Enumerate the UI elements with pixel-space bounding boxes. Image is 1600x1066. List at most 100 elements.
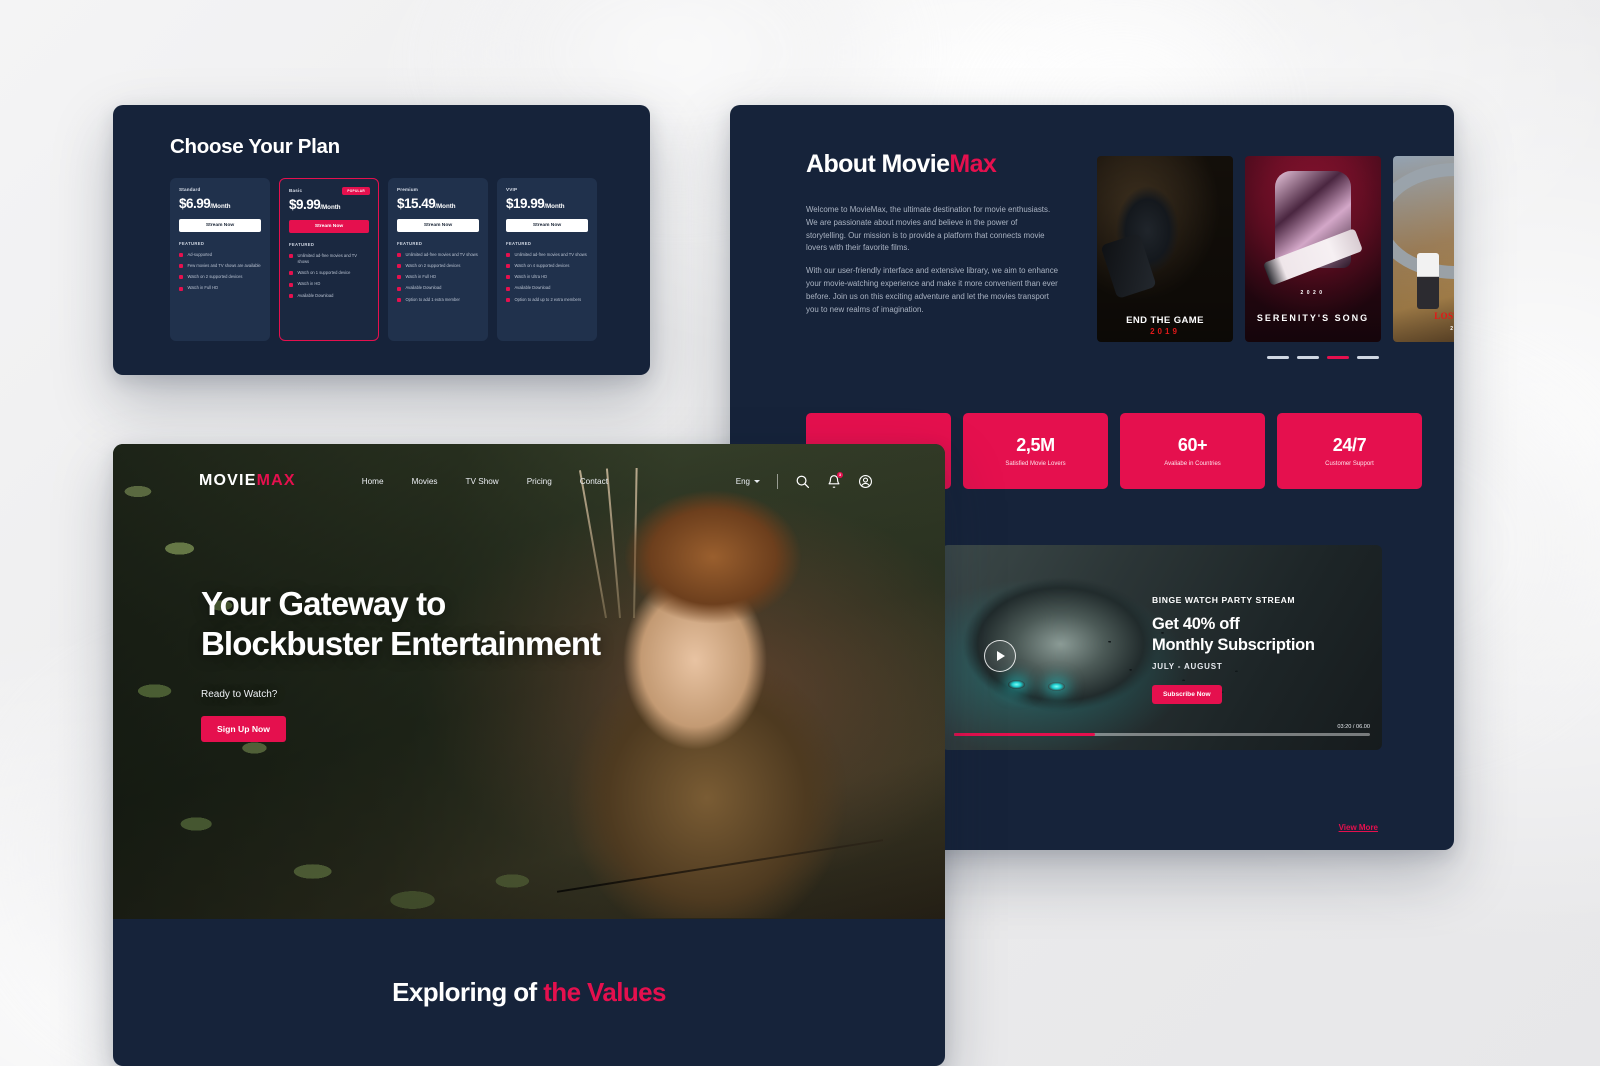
stat-value: 2,5M — [1016, 435, 1055, 455]
check-icon — [397, 253, 401, 258]
plan-feature-text: Unlimited ad-free movies and TV shows — [297, 253, 358, 265]
stream-now-button[interactable]: Stream Now — [179, 219, 261, 232]
plan-price-amount: $9.99 — [289, 197, 321, 212]
plan-feature: Watch on 1 supported device — [289, 270, 369, 276]
about-title-plain: About Movie — [806, 150, 950, 178]
poster-title: SERENITY'S SONG — [1256, 312, 1370, 323]
play-icon[interactable] — [984, 640, 1016, 672]
plan-feature: Watch on 2 supported devices — [179, 274, 261, 280]
plan-feature-text: Available Download — [514, 285, 551, 291]
plan-feature-text: Watch in Ultra HD — [514, 274, 548, 280]
stream-now-button[interactable]: Stream Now — [289, 220, 369, 233]
plan-feature-text: Option to add up to 2 extra members — [514, 296, 582, 302]
stat-value: 24/7 — [1332, 435, 1367, 455]
carousel-dot[interactable] — [1327, 356, 1349, 359]
plan-feature: Unlimited ad-free movies and TV shows — [506, 252, 588, 258]
promo-kicker: BINGE WATCH PARTY STREAM — [1152, 595, 1296, 605]
carousel-dot[interactable] — [1267, 356, 1289, 359]
view-more-link[interactable]: View More — [1339, 823, 1378, 832]
plan-card[interactable]: Basic POPULAR $9.99/Month Stream Now FEATURE… — [279, 178, 379, 341]
nav-link-movies[interactable]: Movies — [412, 477, 438, 486]
plan-feature: Watch on 2 supported devices — [397, 263, 479, 269]
nav-link-home[interactable]: Home — [362, 477, 384, 486]
plan-feature-text: Watch in Full HD — [187, 285, 219, 291]
poster-lost-time[interactable]: LOST TIME 2017 — [1393, 156, 1454, 342]
plan-price-amount: $15.49 — [397, 196, 436, 211]
poster-year: 2020 — [1300, 290, 1326, 296]
about-paragraph-1: Welcome to MovieMax, the ultimate destin… — [806, 205, 1051, 253]
stream-now-button[interactable]: Stream Now — [506, 219, 588, 232]
plan-card[interactable]: VVIP $19.99/Month Stream Now FEATURED Unlimi… — [497, 178, 597, 341]
poster-year: 2017 — [1393, 326, 1454, 332]
poster-end-the-game[interactable]: END THE GAME 2019 — [1097, 156, 1233, 342]
promo-banner[interactable]: BINGE WATCH PARTY STREAM Get 40% off Mon… — [942, 545, 1382, 750]
video-progress-fill — [954, 733, 1096, 736]
stat-card: 60+ Avaliabe in Countries — [1120, 413, 1265, 489]
language-selector[interactable]: Eng — [736, 477, 760, 486]
logo[interactable]: MOVIEMAX — [199, 472, 296, 490]
bell-icon[interactable]: 3 — [827, 471, 843, 489]
nav-link-contact[interactable]: Contact — [580, 477, 608, 486]
plan-card-list: Standard $6.99/Month Stream Now FEATURED Ad-… — [170, 178, 597, 341]
video-timestamp: 03:20 / 06.00 — [1337, 724, 1370, 730]
poster-title: END THE GAME — [1126, 315, 1204, 326]
stat-label: Satisfied Movie Lovers — [1005, 461, 1066, 467]
sign-up-now-button[interactable]: Sign Up Now — [201, 716, 286, 743]
subscribe-now-button[interactable]: Subscribe Now — [1152, 684, 1222, 704]
plan-feature: Watch in Ultra HD — [506, 274, 588, 280]
stat-value: 60+ — [1177, 435, 1208, 455]
plan-feature: Watch in HD — [289, 281, 369, 287]
plan-price-period: /Month — [435, 203, 456, 210]
check-icon — [289, 271, 293, 276]
stream-now-button[interactable]: Stream Now — [397, 219, 479, 232]
plan-feature: Few movies and TV shows are available — [179, 263, 261, 269]
featured-label: FEATURED — [289, 242, 315, 247]
about-title: About MovieMax — [806, 150, 997, 179]
plan-feature-list: Ad-supported Few movies and TV shows are … — [179, 252, 261, 292]
about-title-accent: Max — [949, 150, 997, 178]
plan-name: Premium — [397, 187, 419, 192]
plan-feature: Available Download — [289, 293, 369, 299]
plan-card[interactable]: Premium $15.49/Month Stream Now FEATURED Unl… — [388, 178, 488, 341]
check-icon — [179, 275, 183, 280]
about-paragraph-2: With our user-friendly interface and ext… — [806, 266, 1059, 314]
plan-feature-text: Unlimited ad-free movies and TV shows — [514, 252, 587, 257]
plan-price: $9.99/Month — [289, 197, 369, 212]
pricing-heading: Choose Your Plan — [170, 135, 340, 158]
plan-feature: Option to add 1 extra member — [397, 297, 479, 303]
nav-link-tv-show[interactable]: TV Show — [466, 477, 499, 486]
plan-price-period: /Month — [544, 203, 565, 210]
featured-label: FEATURED — [506, 241, 532, 246]
check-icon — [179, 253, 183, 258]
poster-year: 2019 — [1150, 327, 1180, 336]
check-icon — [506, 297, 510, 302]
plan-feature: Unlimited ad-free movies and TV shows — [397, 252, 479, 258]
carousel-dot[interactable] — [1357, 356, 1379, 359]
carousel-dot[interactable] — [1297, 356, 1319, 359]
hero-copy: Your Gateway to Blockbuster Entertainmen… — [201, 584, 621, 743]
plan-feature: Unlimited ad-free movies and TV shows — [289, 253, 369, 265]
check-icon — [506, 286, 510, 291]
check-icon — [397, 264, 401, 269]
plan-price-amount: $6.99 — [179, 196, 211, 211]
plan-feature-text: Few movies and TV shows are available — [187, 263, 261, 269]
about-poster-carousel[interactable]: END THE GAME 2019 2020 SERENITY'S SONG L… — [1097, 156, 1454, 342]
plan-feature-text: Watch on 1 supported device — [297, 270, 351, 276]
nav-link-pricing[interactable]: Pricing — [527, 477, 552, 486]
search-icon[interactable] — [795, 474, 810, 489]
poster-serenitys-song[interactable]: 2020 SERENITY'S SONG — [1245, 156, 1381, 342]
featured-label: FEATURED — [179, 241, 205, 246]
plan-feature-text: Watch on 2 supported devices — [187, 274, 243, 280]
poster-title: LOST TIME — [1434, 311, 1454, 322]
plan-price-period: /Month — [210, 203, 231, 210]
plan-feature-text: Watch on 4 supported devices — [514, 263, 570, 269]
check-icon — [506, 275, 510, 280]
stat-card: 2,5M Satisfied Movie Lovers — [963, 413, 1108, 489]
video-progress-bar[interactable] — [954, 733, 1370, 736]
account-icon[interactable] — [858, 474, 873, 489]
carousel-indicator[interactable] — [1267, 356, 1379, 359]
plan-card[interactable]: Standard $6.99/Month Stream Now FEATURED Ad-… — [170, 178, 270, 341]
plan-name: VVIP — [506, 187, 518, 192]
featured-label: FEATURED — [397, 241, 423, 246]
check-icon — [289, 254, 293, 259]
